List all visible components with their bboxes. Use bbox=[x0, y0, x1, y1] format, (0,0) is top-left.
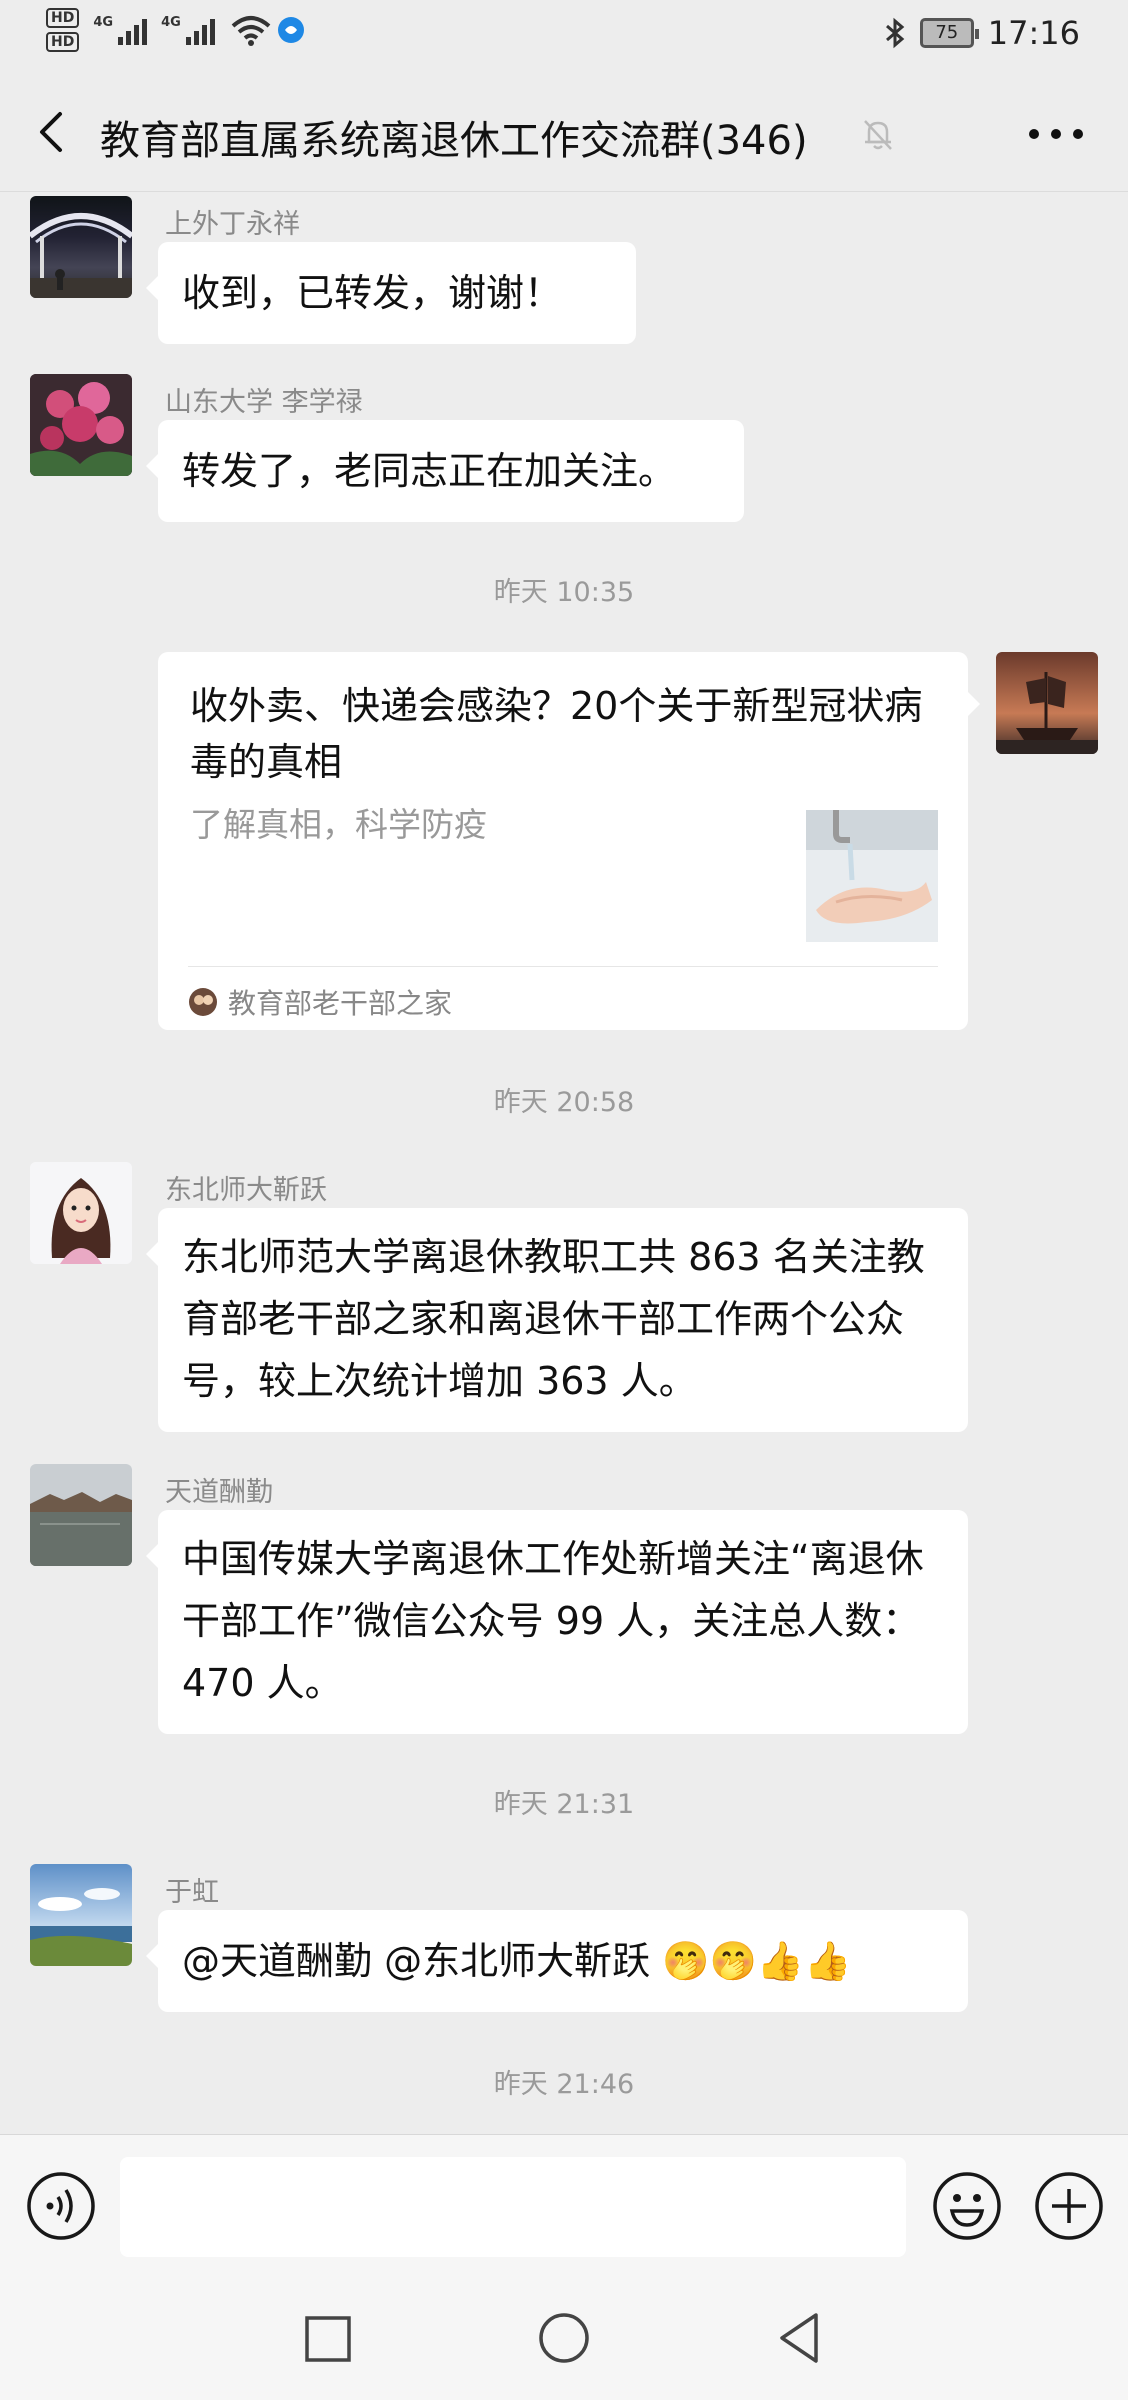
my-avatar[interactable] bbox=[996, 652, 1098, 754]
wifi-icon bbox=[231, 16, 271, 46]
chat-header: 教育部直属系统离退休工作交流群(346) bbox=[0, 72, 1128, 192]
emoji-icon[interactable] bbox=[932, 2171, 1002, 2241]
message-input[interactable] bbox=[120, 2157, 906, 2257]
avatar-image bbox=[30, 1162, 132, 1264]
bluetooth-icon bbox=[885, 17, 905, 49]
avatar-image bbox=[30, 1864, 132, 1966]
network-type-1: 4G bbox=[93, 15, 114, 30]
mute-bell-icon bbox=[864, 120, 892, 150]
sender-name: 天道酬勤 bbox=[165, 1477, 273, 1508]
avatar-image bbox=[996, 652, 1098, 754]
avatar[interactable] bbox=[30, 1162, 132, 1264]
avatar-image bbox=[30, 1464, 132, 1566]
input-bar bbox=[0, 2134, 1128, 2278]
article-title: 收外卖、快递会感染？20个关于新型冠状病毒的真相 bbox=[190, 684, 923, 784]
avatar[interactable] bbox=[30, 196, 132, 298]
app-notification-icon bbox=[277, 17, 304, 43]
network-type-2: 4G bbox=[161, 15, 181, 30]
sender-name: 东北师大靳跃 bbox=[165, 1175, 327, 1206]
recent-apps-icon[interactable] bbox=[304, 2308, 352, 2368]
message-text: 收到，已转发，谢谢！ bbox=[182, 271, 563, 315]
sender-name: 山东大学 李学禄 bbox=[165, 387, 363, 418]
battery-level: 75 bbox=[935, 22, 959, 43]
article-thumbnail bbox=[806, 810, 938, 942]
sender-name: 上外丁永祥 bbox=[165, 209, 300, 240]
article-source: 教育部老干部之家 bbox=[188, 982, 452, 1022]
avatar[interactable] bbox=[30, 1464, 132, 1566]
status-icons-left: HD HD 4G 4G bbox=[46, 8, 305, 52]
timestamp: 昨天 21:31 bbox=[493, 1789, 635, 1820]
signal-icon: 4G bbox=[93, 15, 148, 45]
timestamp: 昨天 10:35 bbox=[493, 577, 635, 608]
message-bubble[interactable]: @天道酬勤 @东北师大靳跃 🤭🤭👍👍 bbox=[146, 1910, 968, 2012]
voice-input-icon[interactable] bbox=[26, 2171, 96, 2241]
avatar[interactable] bbox=[30, 374, 132, 476]
timestamp: 昨天 21:46 bbox=[493, 2069, 635, 2100]
timestamp: 昨天 20:58 bbox=[493, 1087, 635, 1118]
battery-icon: 75 bbox=[919, 18, 979, 48]
message-text: 转发了，老同志正在加关注。 bbox=[182, 449, 677, 493]
message-bubble[interactable]: 收到，已转发，谢谢！ bbox=[146, 242, 636, 344]
hd-badge-1: HD bbox=[46, 8, 80, 28]
message-text: 东北师范大学离退休教职工共 863 名关注教育部老干部之家和离退休干部工作两个公… bbox=[182, 1235, 925, 1403]
clock: 17:16 bbox=[987, 14, 1080, 52]
avatar-image bbox=[30, 374, 132, 476]
message-bubble[interactable]: 转发了，老同志正在加关注。 bbox=[146, 420, 744, 522]
back-arrow-icon[interactable] bbox=[30, 102, 70, 162]
hd-indicators: HD HD bbox=[46, 8, 80, 52]
home-icon[interactable] bbox=[534, 2308, 594, 2368]
more-options-icon[interactable] bbox=[1028, 128, 1084, 140]
avatar[interactable] bbox=[30, 1864, 132, 1966]
system-navigation-bar bbox=[0, 2278, 1128, 2400]
hd-badge-2: HD bbox=[46, 32, 80, 52]
message-text: @天道酬勤 @东北师大靳跃 🤭🤭👍👍 bbox=[182, 1939, 852, 1983]
chat-title: 教育部直属系统离退休工作交流群(346) bbox=[100, 118, 808, 164]
message-text: 中国传媒大学离退休工作处新增关注“离退休干部工作”微信公众号 99 人，关注总人… bbox=[182, 1537, 924, 1705]
avatar-image bbox=[30, 213, 132, 298]
source-logo-icon bbox=[189, 988, 217, 1016]
status-bar: HD HD 4G 4G 75 17:16 bbox=[0, 0, 1128, 72]
sender-name: 于虹 bbox=[165, 1877, 219, 1908]
article-source-name: 教育部老干部之家 bbox=[228, 987, 453, 1020]
plus-icon[interactable] bbox=[1034, 2171, 1104, 2241]
article-description: 了解真相，科学防疫 bbox=[190, 805, 487, 844]
status-icons-right: 75 17:16 bbox=[884, 14, 1080, 52]
back-nav-icon[interactable] bbox=[774, 2308, 824, 2368]
signal-icon-2: 4G bbox=[161, 15, 215, 45]
message-bubble[interactable]: 中国传媒大学离退休工作处新增关注“离退休干部工作”微信公众号 99 人，关注总人… bbox=[146, 1510, 968, 1734]
card-divider bbox=[188, 966, 938, 967]
shared-article-card[interactable]: 收外卖、快递会感染？20个关于新型冠状病毒的真相 了解真相，科学防疫 教育部老干… bbox=[158, 652, 980, 1030]
message-bubble[interactable]: 东北师范大学离退休教职工共 863 名关注教育部老干部之家和离退休干部工作两个公… bbox=[146, 1208, 968, 1432]
